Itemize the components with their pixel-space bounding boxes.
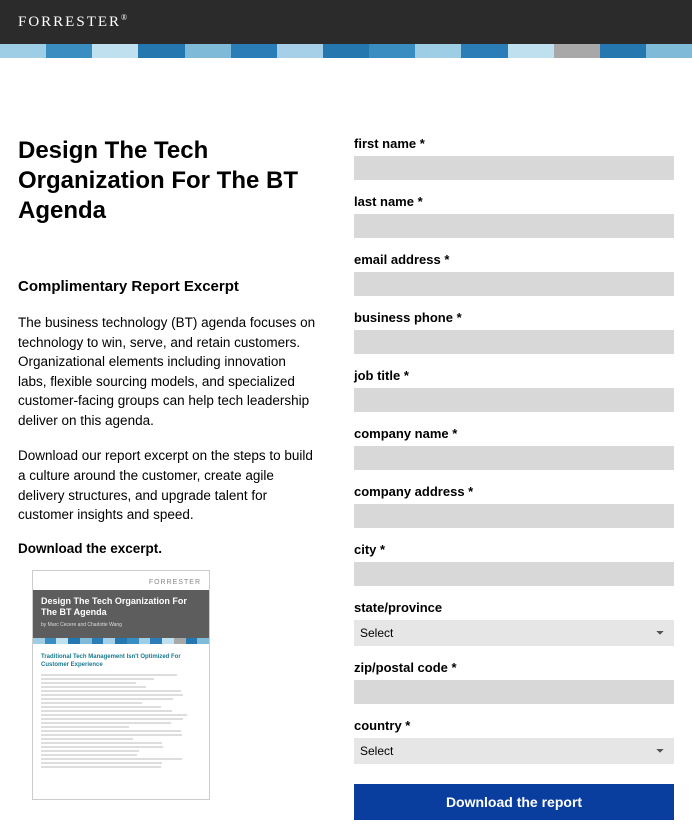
brand-logo: FORRESTER® <box>18 13 129 31</box>
select-input[interactable]: Select <box>354 738 674 764</box>
main-container: Design The Tech Organization For The BT … <box>0 58 692 840</box>
text-input[interactable] <box>354 156 674 180</box>
form-column: first name * last name * email address * bu… <box>354 136 674 820</box>
field-label: zip/postal code * <box>354 660 674 675</box>
text-input[interactable] <box>354 214 674 238</box>
thumb-colorbar <box>33 638 209 644</box>
submit-button[interactable]: Download the report <box>354 784 674 820</box>
top-header: FORRESTER® <box>0 0 692 44</box>
field-label: city * <box>354 542 674 557</box>
form-group: first name * <box>354 136 674 180</box>
text-input[interactable] <box>354 388 674 412</box>
text-input[interactable] <box>354 504 674 528</box>
field-label: company address * <box>354 484 674 499</box>
text-input[interactable] <box>354 446 674 470</box>
page-title: Design The Tech Organization For The BT … <box>18 136 316 226</box>
form-group: zip/postal code * <box>354 660 674 704</box>
download-label: Download the excerpt. <box>18 541 316 556</box>
field-label: company name * <box>354 426 674 441</box>
form-group: state/province Select <box>354 600 674 646</box>
thumb-brand: FORRESTER <box>41 579 201 586</box>
thumb-section-heading: Traditional Tech Management Isn't Optimi… <box>41 654 201 670</box>
form-group: company address * <box>354 484 674 528</box>
field-label: business phone * <box>354 310 674 325</box>
form-group: business phone * <box>354 310 674 354</box>
text-input[interactable] <box>354 272 674 296</box>
field-label: state/province <box>354 600 674 615</box>
field-label: country * <box>354 718 674 733</box>
thumb-titlebox: Design The Tech Organization For The BT … <box>33 590 209 638</box>
field-label: email address * <box>354 252 674 267</box>
paragraph-1: The business technology (BT) agenda focu… <box>18 313 316 430</box>
field-label: last name * <box>354 194 674 209</box>
form-group: last name * <box>354 194 674 238</box>
text-input[interactable] <box>354 562 674 586</box>
thumb-body: Traditional Tech Management Isn't Optimi… <box>41 644 201 768</box>
form-group: job title * <box>354 368 674 412</box>
report-thumbnail: FORRESTER Design The Tech Organization F… <box>32 570 210 800</box>
thumb-meta: by Marc Cecere and Charlotte Wang <box>41 622 201 628</box>
text-input[interactable] <box>354 680 674 704</box>
form-group: city * <box>354 542 674 586</box>
text-input[interactable] <box>354 330 674 354</box>
form-group: email address * <box>354 252 674 296</box>
field-label: first name * <box>354 136 674 151</box>
field-label: job title * <box>354 368 674 383</box>
paragraph-2: Download our report excerpt on the steps… <box>18 446 316 524</box>
form-group: company name * <box>354 426 674 470</box>
subtitle: Complimentary Report Excerpt <box>18 278 316 295</box>
color-bar <box>0 44 692 58</box>
form-group: country * Select <box>354 718 674 764</box>
select-input[interactable]: Select <box>354 620 674 646</box>
content-column: Design The Tech Organization For The BT … <box>18 136 316 820</box>
thumb-title: Design The Tech Organization For The BT … <box>41 596 201 619</box>
